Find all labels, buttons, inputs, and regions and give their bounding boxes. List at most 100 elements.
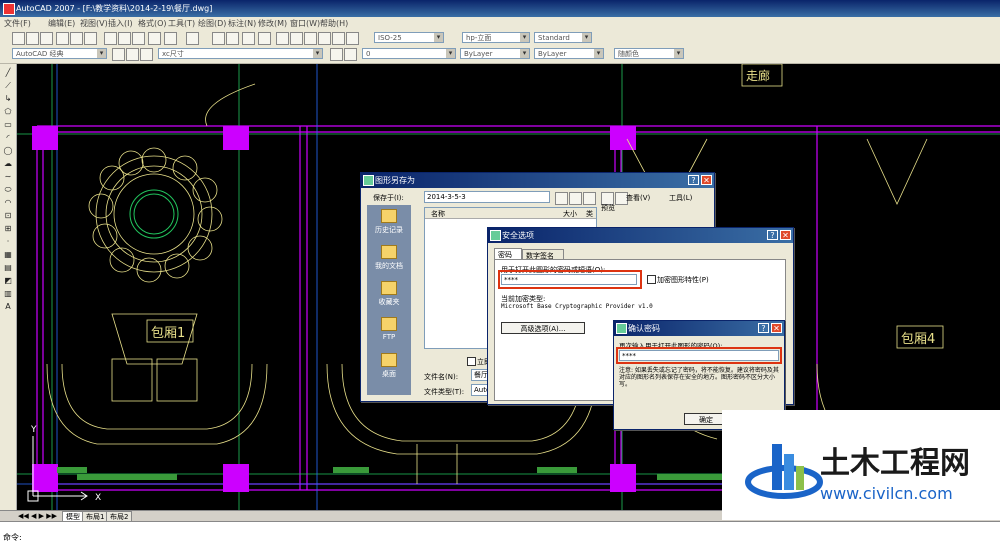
gradient-icon[interactable]: ▤: [3, 263, 13, 272]
place-ftp[interactable]: FTP: [367, 317, 411, 341]
up-folder-icon[interactable]: [569, 192, 582, 205]
menu-edit[interactable]: 编辑(E): [48, 18, 75, 29]
make-block-icon[interactable]: ⊞: [3, 224, 13, 233]
publish-icon[interactable]: [84, 32, 97, 45]
cut-icon[interactable]: [104, 32, 117, 45]
close-icon[interactable]: ✕: [771, 323, 782, 333]
menu-view[interactable]: 视图(V): [80, 18, 108, 29]
encryption-type-value: Microsoft Base Cryptographic Provider v1…: [501, 303, 653, 310]
close-icon[interactable]: ✕: [701, 175, 712, 185]
properties-icon[interactable]: [276, 32, 289, 45]
place-my-documents[interactable]: 我的文档: [367, 245, 411, 271]
layer-previous-icon[interactable]: [140, 48, 153, 61]
workspace-combo[interactable]: AutoCAD 经典: [12, 48, 107, 59]
markup-icon[interactable]: [332, 32, 345, 45]
help-icon[interactable]: ?: [758, 323, 769, 333]
place-history[interactable]: 历史记录: [367, 209, 411, 235]
save-icon[interactable]: [40, 32, 53, 45]
menu-file[interactable]: 文件(F): [4, 18, 31, 29]
polygon-icon[interactable]: ⬠: [3, 107, 13, 116]
confirm-title: 确认密码: [628, 324, 660, 333]
table-icon[interactable]: ▥: [3, 289, 13, 298]
preview-icon[interactable]: [70, 32, 83, 45]
menu-draw[interactable]: 绘图(D): [198, 18, 226, 29]
undo-icon[interactable]: [164, 32, 177, 45]
save-in-select[interactable]: 2014-3-5-3: [424, 191, 550, 203]
ellipse-icon[interactable]: ⬭: [3, 185, 13, 194]
tab-nav-arrows-icon[interactable]: ◀◀ ◀ ▶ ▶▶: [18, 512, 57, 520]
revcloud-icon[interactable]: ☁: [3, 159, 13, 168]
spline-icon[interactable]: ∼: [3, 172, 13, 181]
tool-palettes-icon[interactable]: [304, 32, 317, 45]
command-line[interactable]: 命令:: [0, 521, 1000, 550]
open-icon[interactable]: [26, 32, 39, 45]
hatch-icon[interactable]: ▦: [3, 250, 13, 259]
favorites-folder-icon: [381, 281, 397, 295]
security-caption: 安全选项 ? ✕: [488, 228, 793, 243]
match-properties-icon[interactable]: [148, 32, 161, 45]
plot-style-combo[interactable]: Standard: [534, 32, 592, 43]
region-icon[interactable]: ◩: [3, 276, 13, 285]
security-title: 安全选项: [502, 231, 534, 240]
polyline-icon[interactable]: ↳: [3, 94, 13, 103]
line-icon[interactable]: ╱: [3, 68, 13, 77]
col-type[interactable]: 类: [586, 209, 593, 219]
open-now-checkbox[interactable]: [467, 357, 476, 366]
ellipse-arc-icon[interactable]: ◠: [3, 198, 13, 207]
help-icon[interactable]: ?: [688, 175, 699, 185]
insert-block-icon[interactable]: ⊡: [3, 211, 13, 220]
workspace-settings-icon[interactable]: [112, 48, 125, 61]
search-web-icon[interactable]: [583, 192, 596, 205]
tools-menu[interactable]: 工具(L): [669, 193, 692, 203]
menu-insert[interactable]: 插入(I): [108, 18, 133, 29]
layers-toolbar: AutoCAD 经典 xc尺寸 0 ByLayer ByLayer 随颜色: [0, 46, 1000, 64]
watermark-title: 土木工程网: [820, 446, 970, 481]
paste-icon[interactable]: [132, 32, 145, 45]
advanced-options-button[interactable]: 高级选项(A)...: [501, 322, 585, 334]
linetype-combo[interactable]: ByLayer: [460, 48, 530, 59]
menu-window[interactable]: 窗口(W): [290, 18, 320, 29]
place-favorites[interactable]: 收藏夹: [367, 281, 411, 307]
design-center-icon[interactable]: [290, 32, 303, 45]
menu-help[interactable]: 帮助(H): [320, 18, 348, 29]
mtext-icon[interactable]: A: [3, 302, 13, 311]
help-icon[interactable]: ?: [767, 230, 778, 240]
menu-modify[interactable]: 修改(M): [258, 18, 287, 29]
back-icon[interactable]: [555, 192, 568, 205]
copy-icon[interactable]: [118, 32, 131, 45]
sheet-set-icon[interactable]: [318, 32, 331, 45]
circle-icon[interactable]: ◯: [3, 146, 13, 155]
dimstyle-combo[interactable]: xc尺寸: [158, 48, 323, 59]
rectangle-icon[interactable]: ▭: [3, 120, 13, 129]
col-size[interactable]: 大小: [563, 209, 577, 219]
zoom-previous-icon[interactable]: [258, 32, 271, 45]
corridor-label: 走廊: [746, 68, 770, 83]
layer-state-icon[interactable]: [344, 48, 357, 61]
zoom-realtime-icon[interactable]: [226, 32, 239, 45]
redo-icon[interactable]: [186, 32, 199, 45]
zoom-window-icon[interactable]: [242, 32, 255, 45]
point-icon[interactable]: ·: [3, 237, 13, 246]
close-icon[interactable]: ✕: [780, 230, 791, 240]
view-menu[interactable]: 查看(V): [626, 193, 650, 203]
layer-combo[interactable]: 0: [362, 48, 456, 59]
menu-format[interactable]: 格式(O): [138, 18, 167, 29]
plot-color-combo[interactable]: 随颜色: [614, 48, 684, 59]
construction-line-icon[interactable]: ⟋: [3, 81, 13, 90]
place-desktop[interactable]: 桌面: [367, 353, 411, 379]
textstyle-combo[interactable]: hp-立面: [462, 32, 530, 43]
new-icon[interactable]: [12, 32, 25, 45]
arc-icon[interactable]: ◜: [3, 133, 13, 142]
lineweight-combo[interactable]: ByLayer: [534, 48, 604, 59]
calculator-icon[interactable]: [346, 32, 359, 45]
save-in-label: 保存于(I):: [373, 194, 404, 202]
encrypt-properties-checkbox[interactable]: [647, 275, 656, 284]
layer-manager-icon[interactable]: [126, 48, 139, 61]
style-combo[interactable]: ISO-25: [374, 32, 444, 43]
menu-tools[interactable]: 工具(T): [168, 18, 195, 29]
menu-dimension[interactable]: 标注(N): [228, 18, 256, 29]
print-icon[interactable]: [56, 32, 69, 45]
pan-icon[interactable]: [212, 32, 225, 45]
make-current-icon[interactable]: [330, 48, 343, 61]
col-name[interactable]: 名称: [431, 209, 445, 219]
